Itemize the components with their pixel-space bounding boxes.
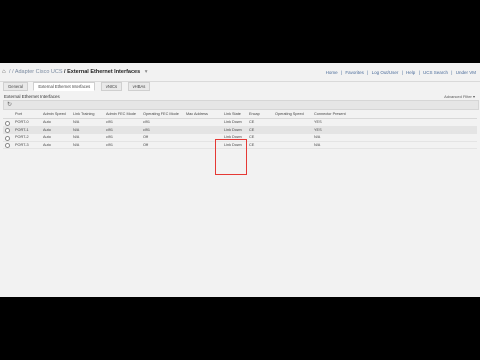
chevron-down-icon[interactable]: ▾ [145,69,148,75]
header-bar: ⌂ / / Adapter Cisco UCS / External Ether… [0,69,480,79]
cell-admin-fec: cl91 [106,142,113,147]
col-link-training[interactable]: Link Training [73,111,95,118]
col-encap[interactable]: Encap [249,111,260,118]
tab-general[interactable]: General [3,82,28,91]
breadcrumb-sep: / [12,69,14,75]
cell-operating-fec: Off [143,135,148,140]
row-radio[interactable] [5,128,10,134]
table-row[interactable]: PORT-0 Auto N/A cl91 cl91 Link Down CE Y… [3,119,477,127]
breadcrumb-current: / External Ethernet Interfaces [64,69,141,75]
cell-operating-fec: Off [143,142,148,147]
col-operating-fec[interactable]: Operating FEC Mode [143,111,179,118]
cell-encap: CE [249,127,255,132]
col-operating-speed[interactable]: Operating Speed [275,111,304,118]
cell-encap: CE [249,135,255,140]
cell-admin-fec: cl91 [106,120,113,124]
link-sep: | [340,70,343,75]
cell-admin-fec: cl91 [106,127,113,132]
refresh-icon[interactable]: ↻ [7,101,12,109]
cell-port: PORT-3 [15,142,29,147]
link-help[interactable]: Help [406,70,415,75]
link-favorites[interactable]: Favorites [345,70,364,75]
cell-connector-present: YES [314,120,322,124]
cell-link-state: Link Down [224,127,242,132]
link-sep: | [401,70,403,75]
col-admin-speed[interactable]: Admin Speed [43,111,66,118]
cell-port: PORT-1 [15,127,29,132]
tab-vhbas[interactable]: vHBAs [127,82,151,91]
cell-admin-speed: Auto [43,127,51,132]
cell-link-training: N/A [73,135,80,140]
row-radio[interactable] [5,135,10,141]
cell-link-training: N/A [73,127,80,132]
col-admin-fec[interactable]: Admin FEC Mode [106,111,136,118]
row-radio[interactable] [5,143,10,149]
cell-operating-fec: cl91 [143,120,150,124]
cell-link-training: N/A [73,120,80,124]
table-toolbar: ↻ [3,100,479,110]
col-port[interactable]: Port [15,111,22,118]
cell-connector-present: N/A [314,135,321,140]
advanced-filter-link[interactable]: Advanced Filter ▾ [444,94,475,99]
cell-admin-speed: Auto [43,142,51,147]
cell-link-training: N/A [73,142,80,147]
cell-operating-fec: cl91 [143,127,150,132]
tab-external-ethernet-interfaces[interactable]: External Ethernet Interfaces [33,82,96,91]
col-mac-address[interactable]: Mac Address [186,111,208,118]
breadcrumb-sep: / [9,69,11,75]
cell-port: PORT-0 [15,120,29,124]
cell-connector-present: YES [314,127,322,132]
link-logout[interactable]: Log Out/User [372,70,399,75]
cell-connector-present: N/A [314,142,321,147]
table-row-selected[interactable]: PORT-1 Auto N/A cl91 cl91 Link Down CE Y… [3,126,477,135]
tab-vnics[interactable]: vNICs [100,82,123,91]
row-radio[interactable] [5,120,10,126]
table-header: Port Admin Speed Link Training Admin FEC… [3,111,477,119]
section-title: External Ethernet Interfaces [4,94,60,99]
link-sep: | [367,70,369,75]
top-links: Home | Favorites | Log Out/User | Help |… [324,70,476,75]
cell-link-state: Link Down [224,120,242,124]
cell-admin-speed: Auto [43,120,51,124]
link-sep: | [451,70,453,75]
cell-encap: CE [249,142,255,147]
col-link-state[interactable]: Link State [224,111,241,118]
home-icon[interactable]: ⌂ [2,69,6,75]
link-state-highlight-box [215,139,247,175]
app-window: ⌂ / / Adapter Cisco UCS / External Ether… [0,63,480,297]
col-connector-present[interactable]: Connector Present [314,111,346,118]
cell-encap: CE [249,120,255,124]
cell-admin-fec: cl91 [106,135,113,140]
cell-port: PORT-2 [15,135,29,140]
breadcrumb: / / Adapter Cisco UCS / External Etherne… [9,69,147,75]
breadcrumb-item-adapter[interactable]: Adapter Cisco UCS [15,69,63,75]
link-home[interactable]: Home [326,70,338,75]
link-ucs-search[interactable]: UCS Search [423,70,448,75]
link-under-vm[interactable]: Under VM [456,70,476,75]
tab-bar: General External Ethernet Interfaces vNI… [3,82,151,91]
cell-admin-speed: Auto [43,135,51,140]
link-sep: | [418,70,420,75]
